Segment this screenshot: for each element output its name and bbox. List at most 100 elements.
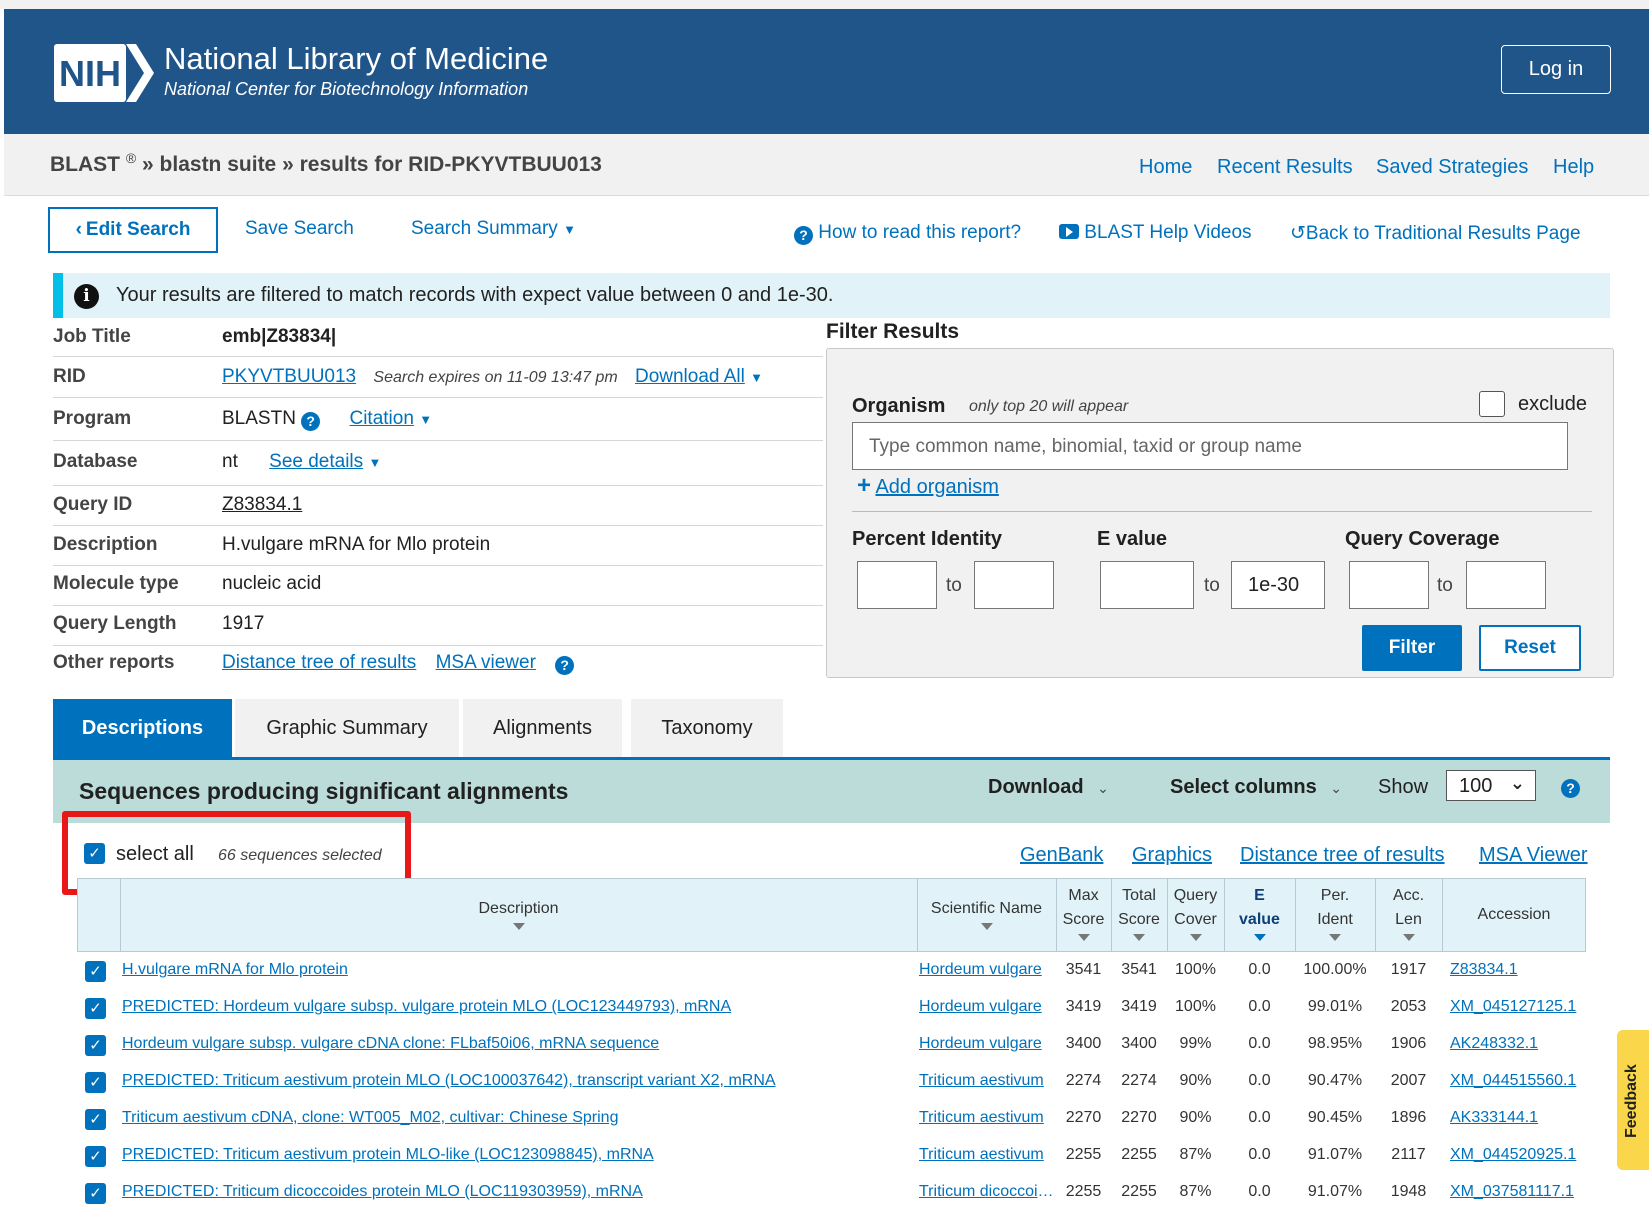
nav-help[interactable]: Help <box>1553 156 1594 179</box>
description-link[interactable]: H.vulgare mRNA for Mlo protein <box>122 961 912 979</box>
query-cover-cell: 99% <box>1179 1035 1212 1052</box>
msa-viewer-results-link[interactable]: MSA Viewer <box>1479 844 1588 867</box>
col-description[interactable]: Description <box>120 897 917 930</box>
col-accession[interactable]: Accession <box>1442 903 1586 927</box>
col-per-ident[interactable]: Per. Ident <box>1295 884 1375 941</box>
back-traditional-link[interactable]: ↺Back to Traditional Results Page <box>1290 222 1581 245</box>
scientific-name-link[interactable]: Triticum aestivum <box>919 1109 1054 1127</box>
question-circle-icon[interactable]: ? <box>301 412 321 431</box>
nih-logo[interactable]: NIH <box>54 42 154 104</box>
per-ident-cell: 90.45% <box>1307 1109 1363 1126</box>
col-acc-len-label: Len <box>1395 911 1422 928</box>
description-link[interactable]: PREDICTED: Triticum dicoccoides protein … <box>122 1183 912 1201</box>
row-checkbox[interactable]: ✓ <box>85 1072 106 1093</box>
row-checkbox[interactable]: ✓ <box>85 1146 106 1167</box>
molecule-type-value: nucleic acid <box>222 573 322 594</box>
scientific-name-link[interactable]: Hordeum vulgare <box>919 998 1054 1016</box>
reset-button[interactable]: Reset <box>1479 625 1581 671</box>
col-scientific-name[interactable]: Scientific Name <box>917 897 1056 930</box>
how-to-read-link[interactable]: ? How to read this report? <box>794 222 1021 245</box>
description-link[interactable]: PREDICTED: Triticum aestivum protein MLO… <box>122 1146 912 1164</box>
distance-tree-link[interactable]: Distance tree of results <box>222 652 416 673</box>
citation-link[interactable]: Citation <box>349 408 413 429</box>
tab-taxonomy[interactable]: Taxonomy <box>631 699 783 757</box>
description-link[interactable]: PREDICTED: Hordeum vulgare subsp. vulgar… <box>122 998 912 1016</box>
question-circle-icon[interactable]: ? <box>555 656 575 675</box>
acc-len-cell: 2007 <box>1390 1072 1427 1089</box>
query-coverage-from-input[interactable] <box>1349 561 1429 609</box>
scientific-name-link[interactable]: Triticum aestivum <box>919 1146 1054 1164</box>
tab-descriptions[interactable]: Descriptions <box>53 699 232 757</box>
sort-caret-icon <box>1402 934 1415 941</box>
accession-link[interactable]: XM_045127125.1 <box>1450 998 1578 1016</box>
help-videos-link[interactable]: BLAST Help Videos <box>1059 222 1252 244</box>
total-score-cell: 2255 <box>1121 1183 1157 1200</box>
breadcrumb-blast[interactable]: BLAST <box>50 153 120 176</box>
query-cover-cell: 87% <box>1179 1183 1212 1200</box>
add-organism-link[interactable]: + Add organism <box>857 472 999 500</box>
organism-input[interactable]: Type common name, binomial, taxid or gro… <box>852 422 1568 470</box>
chevron-down-icon: ▼ <box>419 412 433 427</box>
show-count-select[interactable]: 100 ⌄ <box>1446 770 1536 801</box>
see-details-link[interactable]: See details <box>269 451 363 472</box>
e-value-from-input[interactable] <box>1100 561 1194 609</box>
accession-link[interactable]: AK333144.1 <box>1450 1109 1578 1127</box>
msa-viewer-link[interactable]: MSA viewer <box>436 652 536 673</box>
percent-identity-from-input[interactable] <box>857 561 937 609</box>
row-checkbox[interactable]: ✓ <box>85 998 106 1019</box>
col-max-score[interactable]: Max Score <box>1056 884 1111 941</box>
col-e-value[interactable]: Evalue <box>1224 884 1295 941</box>
e-value-to-input[interactable]: 1e-30 <box>1231 561 1325 609</box>
search-summary-dropdown[interactable]: Search Summary ▼ <box>411 218 576 240</box>
total-score-cell: 2270 <box>1121 1109 1157 1126</box>
question-circle-icon[interactable]: ? <box>1561 779 1580 798</box>
download-all-link[interactable]: Download All <box>635 366 745 387</box>
accession-link[interactable]: Z83834.1 <box>1450 961 1578 979</box>
col-acc-len[interactable]: Acc. Len <box>1375 884 1442 941</box>
feedback-tab[interactable]: Feedback <box>1617 1030 1649 1170</box>
scientific-name-link[interactable]: Hordeum vulgare <box>919 961 1054 979</box>
breadcrumb-suite[interactable]: blastn suite <box>160 153 277 176</box>
accession-link[interactable]: XM_037581117.1 <box>1450 1183 1578 1201</box>
rid-link[interactable]: PKYVTBUU013 <box>222 366 356 387</box>
scientific-name-link[interactable]: Triticum aestivum <box>919 1072 1054 1090</box>
row-checkbox[interactable]: ✓ <box>85 1183 106 1204</box>
save-search-link[interactable]: Save Search <box>245 218 354 240</box>
col-query-cover[interactable]: Query Cover <box>1167 884 1224 941</box>
exclude-checkbox[interactable] <box>1479 391 1505 417</box>
nav-recent-results[interactable]: Recent Results <box>1217 156 1353 179</box>
query-coverage-to-input[interactable] <box>1466 561 1546 609</box>
login-button[interactable]: Log in <box>1501 45 1611 94</box>
select-columns-dropdown[interactable]: Select columns ⌄ <box>1170 776 1342 799</box>
filter-button[interactable]: Filter <box>1362 625 1462 671</box>
scientific-name-link[interactable]: Hordeum vulgare <box>919 1035 1054 1053</box>
site-subtitle: National Center for Biotechnology Inform… <box>164 79 529 99</box>
nav-home[interactable]: Home <box>1139 156 1192 179</box>
distance-tree-results-link[interactable]: Distance tree of results <box>1240 844 1445 867</box>
info-banner-text: Your results are filtered to match recor… <box>116 284 834 306</box>
download-dropdown[interactable]: Download ⌄ <box>988 776 1109 799</box>
percent-identity-to-input[interactable] <box>974 561 1054 609</box>
tab-graphic-summary[interactable]: Graphic Summary <box>235 699 459 757</box>
genbank-link[interactable]: GenBank <box>1020 844 1103 867</box>
scientific-name-link[interactable]: Triticum dicoccoides <box>919 1183 1054 1201</box>
accession-link[interactable]: XM_044515560.1 <box>1450 1072 1578 1090</box>
row-checkbox[interactable]: ✓ <box>85 1109 106 1130</box>
query-id-link[interactable]: Z83834.1 <box>222 494 302 516</box>
database-row: nt See details ▼ <box>222 451 381 473</box>
row-checkbox[interactable]: ✓ <box>85 1035 106 1056</box>
site-title[interactable]: National Library of Medicine <box>164 41 548 77</box>
accession-link[interactable]: XM_044520925.1 <box>1450 1146 1578 1164</box>
description-link[interactable]: PREDICTED: Triticum aestivum protein MLO… <box>122 1072 912 1090</box>
accession-link[interactable]: AK248332.1 <box>1450 1035 1578 1053</box>
col-total-score[interactable]: Total Score <box>1111 884 1167 941</box>
row-checkbox[interactable]: ✓ <box>85 961 106 982</box>
job-row <box>53 486 823 526</box>
edit-search-button[interactable]: ‹ Edit Search <box>48 207 218 253</box>
graphics-link[interactable]: Graphics <box>1132 844 1212 867</box>
max-score-cell: 2274 <box>1065 1072 1102 1089</box>
description-link[interactable]: Hordeum vulgare subsp. vulgare cDNA clon… <box>122 1035 912 1053</box>
tab-alignments[interactable]: Alignments <box>463 699 622 757</box>
description-link[interactable]: Triticum aestivum cDNA, clone: WT005_M02… <box>122 1109 912 1127</box>
nav-saved-strategies[interactable]: Saved Strategies <box>1376 156 1528 179</box>
